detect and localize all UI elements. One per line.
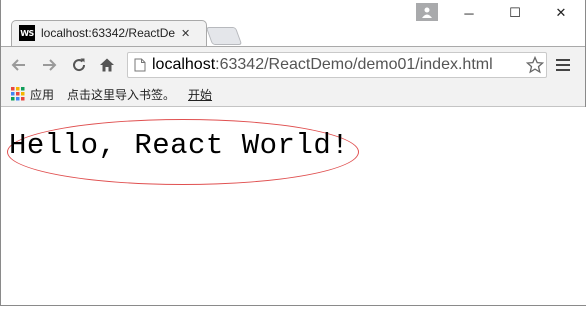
url-text[interactable]: localhost:63342/ReactDemo/demo01/index.h…	[152, 56, 493, 74]
address-bar[interactable]: localhost:63342/ReactDemo/demo01/index.h…	[127, 52, 547, 78]
new-tab-button[interactable]	[205, 27, 243, 45]
star-icon	[525, 55, 545, 74]
minimize-button[interactable]: ─	[449, 2, 489, 24]
back-button[interactable]	[9, 55, 29, 75]
forward-arrow-icon	[43, 59, 57, 71]
reload-icon	[73, 58, 86, 72]
page-heading: Hello, React World!	[9, 129, 350, 162]
browser-window: WS localhost:63342/ReactDemo ✕ ─ ☐ ✕	[0, 0, 586, 306]
maximize-button[interactable]: ☐	[495, 2, 535, 24]
back-arrow-icon	[11, 59, 25, 71]
page-icon	[134, 58, 146, 72]
toolbar: localhost:63342/ReactDemo/demo01/index.h…	[1, 46, 585, 83]
tab-strip: WS localhost:63342/ReactDemo ✕ ─ ☐ ✕	[1, 0, 585, 47]
menu-button[interactable]	[556, 57, 570, 73]
bookmark-start-link[interactable]: 开始	[188, 86, 212, 103]
webstorm-icon: WS	[19, 25, 35, 41]
apps-grid-icon[interactable]	[11, 87, 25, 101]
bookmark-import-hint[interactable]: 点击这里导入书签。	[67, 86, 175, 103]
bookmarks-bar: 应用 点击这里导入书签。 开始	[1, 82, 585, 107]
user-icon	[422, 7, 432, 18]
profile-button[interactable]	[416, 3, 438, 21]
bookmark-apps[interactable]: 应用	[30, 86, 54, 103]
tab-title[interactable]: localhost:63342/ReactDemo	[41, 26, 175, 40]
bookmark-star-button[interactable]	[525, 55, 545, 79]
active-tab-content[interactable]: WS localhost:63342/ReactDemo ✕	[19, 22, 199, 44]
close-window-button[interactable]: ✕	[541, 2, 581, 24]
tab-close-icon[interactable]: ✕	[181, 27, 190, 40]
reload-button[interactable]	[69, 55, 89, 75]
forward-button[interactable]	[39, 55, 59, 75]
home-icon	[100, 58, 114, 72]
url-host: localhost	[152, 56, 216, 73]
url-path: :63342/ReactDemo/demo01/index.html	[215, 56, 493, 73]
page-content: Hello, React World!	[1, 107, 586, 305]
home-button[interactable]	[97, 55, 117, 75]
menu-icon	[556, 59, 570, 71]
